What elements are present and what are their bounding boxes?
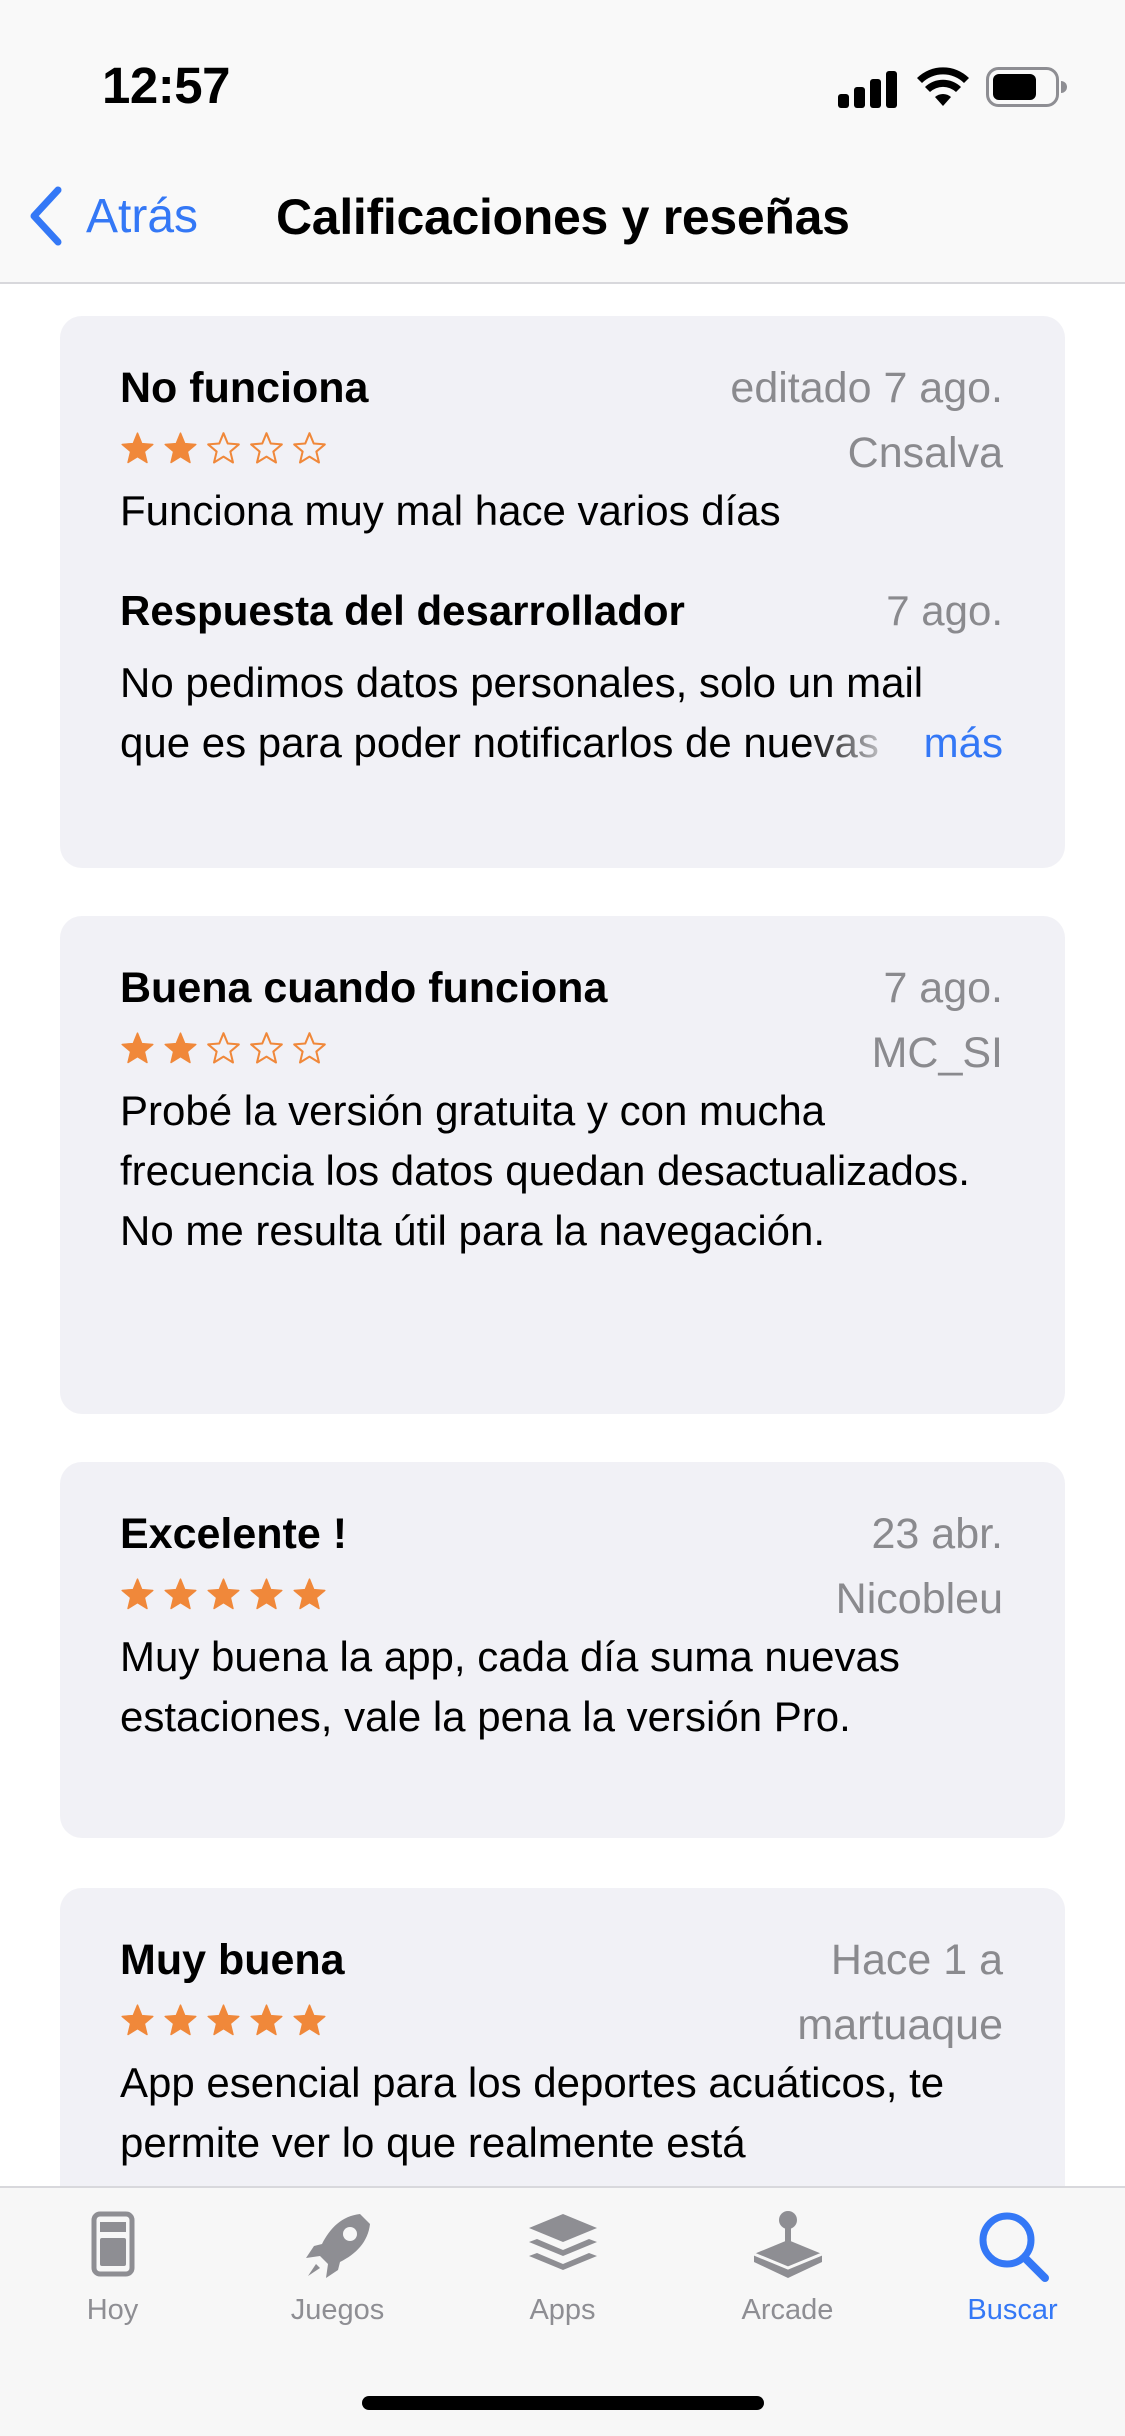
rocket-icon bbox=[305, 2214, 370, 2278]
review-card[interactable]: Muy buena Hace 1 a martuaque App esencia… bbox=[60, 1888, 1065, 2186]
review-body: Funciona muy mal hace varios días bbox=[120, 487, 781, 534]
status-time: 12:57 bbox=[102, 57, 230, 114]
star-rating bbox=[120, 1031, 327, 1066]
developer-response-line: que es para poder notificarlos de nuevas bbox=[120, 719, 879, 766]
star-filled-icon bbox=[164, 1578, 197, 1610]
review-card[interactable]: No funciona editado 7 ago. Cnsalva Funci… bbox=[60, 316, 1065, 868]
navigation-bar: Atrás Calificaciones y reseñas bbox=[0, 150, 1125, 284]
review-card[interactable]: Buena cuando funciona 7 ago. MC_SI Probé… bbox=[60, 916, 1065, 1414]
tab-label: Apps bbox=[529, 2294, 596, 2326]
back-button[interactable]: Atrás bbox=[26, 184, 198, 248]
star-filled-icon bbox=[250, 2004, 283, 2036]
tab-arcade[interactable]: Arcade bbox=[675, 2206, 900, 2327]
tab-label: Arcade bbox=[741, 2294, 834, 2326]
tab-juegos[interactable]: Juegos bbox=[225, 2206, 450, 2327]
review-date: 7 ago. bbox=[883, 964, 1003, 1012]
tab-label: Buscar bbox=[967, 2294, 1058, 2326]
star-filled-icon bbox=[121, 2004, 154, 2036]
review-title: Buena cuando funciona bbox=[120, 964, 608, 1012]
review-body: App esencial para los deportes acuáticos… bbox=[120, 2059, 945, 2166]
chevron-left-icon bbox=[30, 186, 62, 246]
star-filled-icon bbox=[121, 1032, 154, 1064]
tab-hoy[interactable]: Hoy bbox=[0, 2206, 225, 2327]
review-author: martuaque bbox=[797, 2001, 1003, 2049]
wifi-icon bbox=[917, 67, 969, 106]
today-icon bbox=[91, 2211, 134, 2277]
review-date: 23 abr. bbox=[871, 1510, 1004, 1558]
developer-response-title: Respuesta del desarrollador bbox=[120, 587, 685, 634]
tab-buscar[interactable]: Buscar bbox=[900, 2206, 1125, 2327]
tab-label: Juegos bbox=[290, 2294, 385, 2326]
developer-response-line: No pedimos datos personales, solo un mai… bbox=[120, 659, 924, 706]
developer-response-date: 7 ago. bbox=[886, 587, 1003, 634]
star-empty-icon bbox=[207, 1032, 240, 1064]
star-filled-icon bbox=[164, 2004, 197, 2036]
battery-icon bbox=[986, 67, 1067, 107]
star-empty-icon bbox=[293, 1032, 326, 1064]
cellular-signal-icon bbox=[838, 70, 898, 108]
review-title: Excelente ! bbox=[120, 1510, 348, 1558]
review-date: editado 7 ago. bbox=[730, 364, 1003, 412]
star-empty-icon bbox=[207, 432, 240, 464]
review-title: Muy buena bbox=[120, 1936, 345, 1984]
star-filled-icon bbox=[121, 432, 154, 464]
star-filled-icon bbox=[164, 432, 197, 464]
tab-label: Hoy bbox=[86, 2294, 139, 2326]
star-filled-icon bbox=[250, 1578, 283, 1610]
star-filled-icon bbox=[164, 1032, 197, 1064]
review-author: Nicobleu bbox=[835, 1575, 1003, 1623]
star-rating bbox=[120, 2003, 327, 2038]
tab-apps[interactable]: Apps bbox=[450, 2206, 675, 2327]
more-link[interactable]: más bbox=[913, 713, 1003, 773]
review-author: MC_SI bbox=[871, 1029, 1003, 1077]
review-date: Hace 1 a bbox=[830, 1936, 1003, 1984]
apps-stack-icon bbox=[528, 2214, 597, 2270]
status-bar: 12:57 bbox=[0, 0, 1125, 150]
home-indicator bbox=[362, 2396, 764, 2410]
review-body: Probé la versión gratuita y con mucha fr… bbox=[120, 1087, 970, 1254]
review-body: Muy buena la app, cada día suma nuevas e… bbox=[120, 1633, 900, 1740]
star-rating bbox=[120, 1577, 327, 1612]
reviews-list[interactable]: No funciona editado 7 ago. Cnsalva Funci… bbox=[0, 286, 1125, 2186]
review-author: Cnsalva bbox=[847, 429, 1003, 477]
star-filled-icon bbox=[207, 1578, 240, 1610]
star-empty-icon bbox=[250, 432, 283, 464]
developer-response-body: No pedimos datos personales, solo un mai… bbox=[120, 653, 1003, 773]
review-card[interactable]: Excelente ! 23 abr. Nicobleu Muy buena l… bbox=[60, 1462, 1065, 1838]
star-rating bbox=[120, 431, 327, 466]
back-label: Atrás bbox=[86, 189, 199, 243]
star-filled-icon bbox=[121, 1578, 154, 1610]
star-filled-icon bbox=[293, 2004, 326, 2036]
star-filled-icon bbox=[207, 2004, 240, 2036]
joystick-icon bbox=[752, 2211, 823, 2278]
star-empty-icon bbox=[293, 432, 326, 464]
page-title: Calificaciones y reseñas bbox=[276, 189, 850, 245]
star-empty-icon bbox=[250, 1032, 283, 1064]
star-filled-icon bbox=[293, 1578, 326, 1610]
developer-response-header: Respuesta del desarrollador 7 ago. bbox=[120, 587, 1003, 647]
review-title: No funciona bbox=[120, 364, 369, 412]
search-icon bbox=[979, 2212, 1049, 2282]
